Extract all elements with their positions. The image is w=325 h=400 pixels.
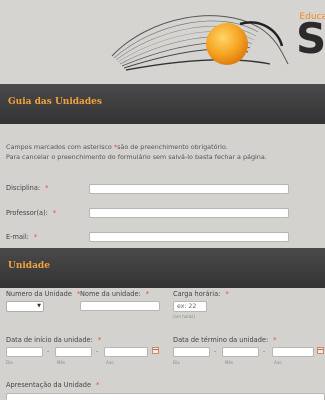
disciplina-field[interactable] [89,184,289,194]
section-header-guia: Guia das Unidades [0,84,325,124]
calendar-icon[interactable] [152,347,159,354]
inicio-ano-field[interactable] [104,347,148,357]
apresentacao-label: Apresentação da Unidade * [6,381,100,389]
nome-unidade-label: Nome da unidade: * [80,290,150,298]
date-separator: - [263,348,266,355]
intro-line-2: Para cancelar o preenchimento do formulá… [6,153,267,161]
mes-hint: Mês [225,360,233,365]
carga-horaria-placeholder: ex: 22 [177,303,197,310]
dia-hint: Dia [6,360,13,365]
apresentacao-field[interactable] [6,393,325,400]
chevron-down-icon: ▼ [37,303,41,309]
inicio-dia-field[interactable] [6,347,43,357]
data-termino-label: Data de término da unidade: * [173,336,277,344]
ano-hint: Ano [274,360,282,365]
ano-hint: Ano [106,360,114,365]
section-title: Unidade [8,261,50,271]
intro-text: Campos marcados com asterisco *são de pr… [6,142,324,162]
numero-unidade-label: Numero da Unidade * [6,290,81,298]
email-label: E-mail: * [6,233,38,241]
carga-horaria-hint: (em horas) [173,314,195,319]
carga-horaria-field[interactable]: ex: 22 [173,301,207,312]
carga-horaria-label: Carga horária: * [173,290,229,298]
professor-label: Professor(a): * [6,209,57,217]
data-inicio-label: Data de início da unidade: * [6,336,102,344]
nome-unidade-field[interactable] [80,301,160,311]
termino-dia-field[interactable] [173,347,210,357]
section-title: Guia das Unidades [8,97,102,107]
termino-mes-field[interactable] [222,347,259,357]
mes-hint: Mês [57,360,65,365]
intro-line-1: Campos marcados com asterisco *são de pr… [6,143,228,151]
dia-hint: Dia [173,360,180,365]
date-separator: - [214,348,217,355]
numero-unidade-select[interactable]: ▼ [6,301,44,312]
inicio-mes-field[interactable] [55,347,92,357]
termino-ano-field[interactable] [272,347,314,357]
brand-logo-swoosh [111,15,289,71]
brand-big-letters: SU [296,14,325,63]
disciplina-label: Disciplina: * [6,184,49,192]
section-header-unidade: Unidade [0,248,325,288]
email-field[interactable] [89,232,289,242]
date-separator: - [47,348,50,355]
brand-header: Educa SU [0,0,325,84]
calendar-icon[interactable] [317,347,324,354]
date-separator: - [96,348,99,355]
professor-field[interactable] [89,208,289,218]
